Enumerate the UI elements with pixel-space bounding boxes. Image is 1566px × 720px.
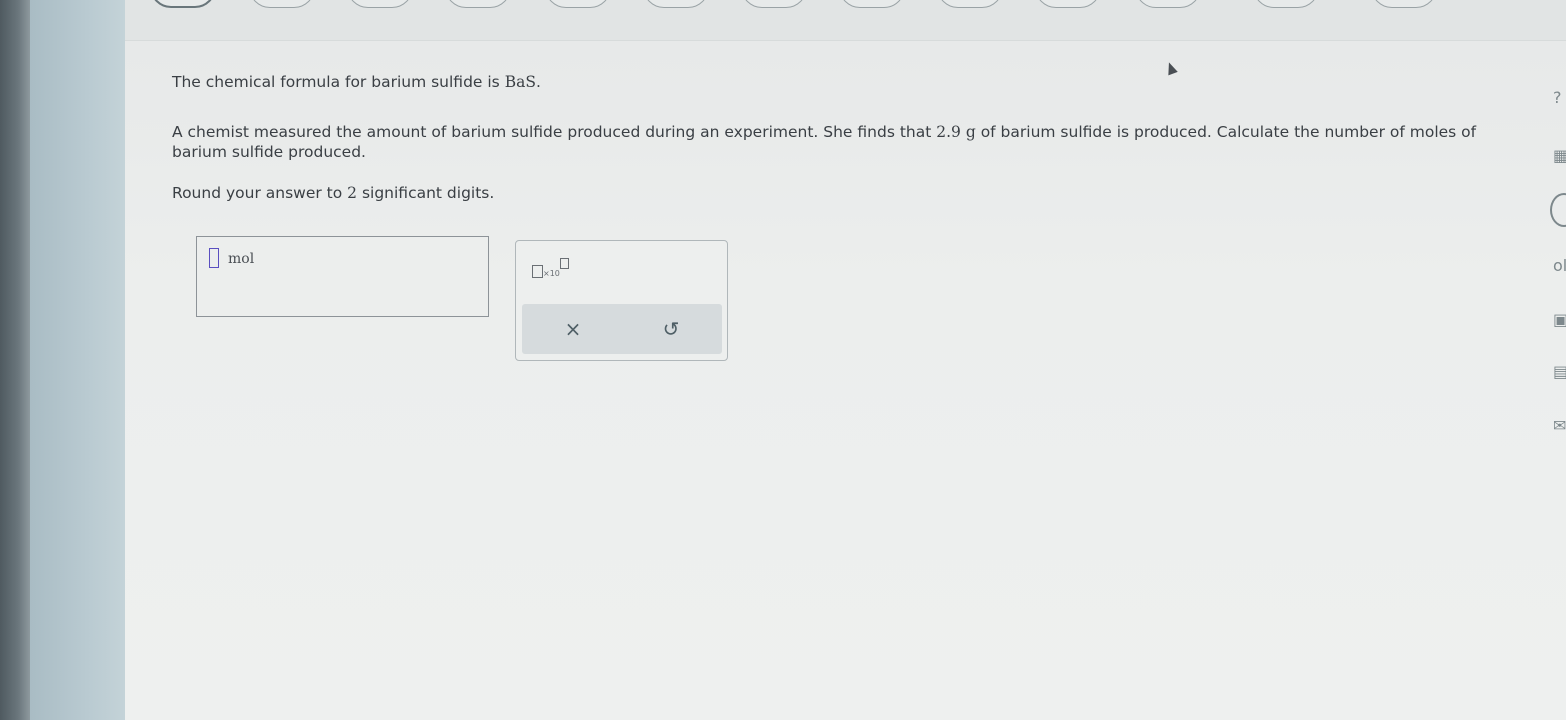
question-text-segment: A chemist measured the amount of barium … bbox=[172, 123, 937, 141]
tool-actions-bar: × ↺ bbox=[522, 304, 722, 354]
page: 10 11 12 13 14 The chemical formula for … bbox=[125, 0, 1566, 720]
question-tab-4[interactable] bbox=[445, 0, 511, 8]
question-text-segment: . bbox=[535, 73, 541, 91]
close-icon: × bbox=[564, 317, 582, 341]
calculator-icon[interactable]: ▦ bbox=[1553, 146, 1566, 166]
significant-digits: 2 bbox=[347, 184, 358, 202]
question-nav-bar: 10 11 12 13 14 bbox=[125, 0, 1566, 41]
question-tab-1[interactable] bbox=[150, 0, 216, 8]
sci-base-box bbox=[532, 265, 543, 278]
question-line-problem: A chemist measured the amount of barium … bbox=[172, 122, 1492, 162]
data-icon[interactable]: ol bbox=[1553, 256, 1566, 276]
help-icon[interactable]: ? bbox=[1553, 88, 1566, 108]
answer-input-slot[interactable] bbox=[209, 248, 219, 268]
mouse-cursor bbox=[1164, 60, 1178, 76]
undo-icon: ↺ bbox=[662, 317, 680, 341]
question-tab-7[interactable] bbox=[741, 0, 807, 8]
scientific-notation-button[interactable]: ×10 bbox=[532, 257, 580, 283]
clear-button[interactable]: × bbox=[558, 315, 588, 343]
question-text-segment: significant digits. bbox=[357, 184, 495, 202]
question-text-segment: Round your answer to bbox=[172, 184, 348, 202]
video-icon[interactable]: ▤ bbox=[1553, 362, 1566, 382]
left-sidebar-strip bbox=[30, 0, 125, 720]
math-tool-panel: ×10 × ↺ bbox=[515, 240, 728, 361]
mass-unit: g bbox=[965, 123, 976, 141]
question-tab-9[interactable]: 10 bbox=[937, 0, 1003, 8]
question-tab-2[interactable] bbox=[249, 0, 315, 8]
question-tab-11[interactable]: 12 bbox=[1135, 0, 1201, 8]
question-tab-10[interactable]: 11 bbox=[1035, 0, 1101, 8]
sci-exponent-box bbox=[560, 258, 569, 269]
left-bezel bbox=[0, 0, 30, 720]
answer-unit-label: mol bbox=[228, 251, 255, 267]
question-line-formula: The chemical formula for barium sulfide … bbox=[172, 72, 541, 92]
question-line-rounding: Round your answer to 2 significant digit… bbox=[172, 183, 494, 203]
mail-icon[interactable]: ✉ bbox=[1553, 416, 1566, 436]
question-tab-8[interactable] bbox=[839, 0, 905, 8]
periodic-table-icon[interactable]: ▣ bbox=[1553, 310, 1566, 330]
question-tab-3[interactable] bbox=[347, 0, 413, 8]
mass-value: 2.9 bbox=[936, 123, 961, 141]
right-tool-rail: ? ▦ ol ▣ ▤ ✉ bbox=[1550, 88, 1566, 448]
chemical-formula: BaS bbox=[504, 73, 536, 91]
question-tab-12[interactable]: 13 bbox=[1253, 0, 1319, 8]
answer-input-box[interactable]: mol bbox=[196, 236, 489, 317]
question-tab-13[interactable]: 14 bbox=[1371, 0, 1437, 8]
question-tab-5[interactable] bbox=[545, 0, 611, 8]
reference-icon[interactable] bbox=[1550, 193, 1566, 227]
undo-button[interactable]: ↺ bbox=[656, 315, 686, 343]
question-tab-6[interactable] bbox=[643, 0, 709, 8]
sci-x10-label: ×10 bbox=[543, 269, 560, 278]
question-text-segment: The chemical formula for barium sulfide … bbox=[172, 73, 505, 91]
